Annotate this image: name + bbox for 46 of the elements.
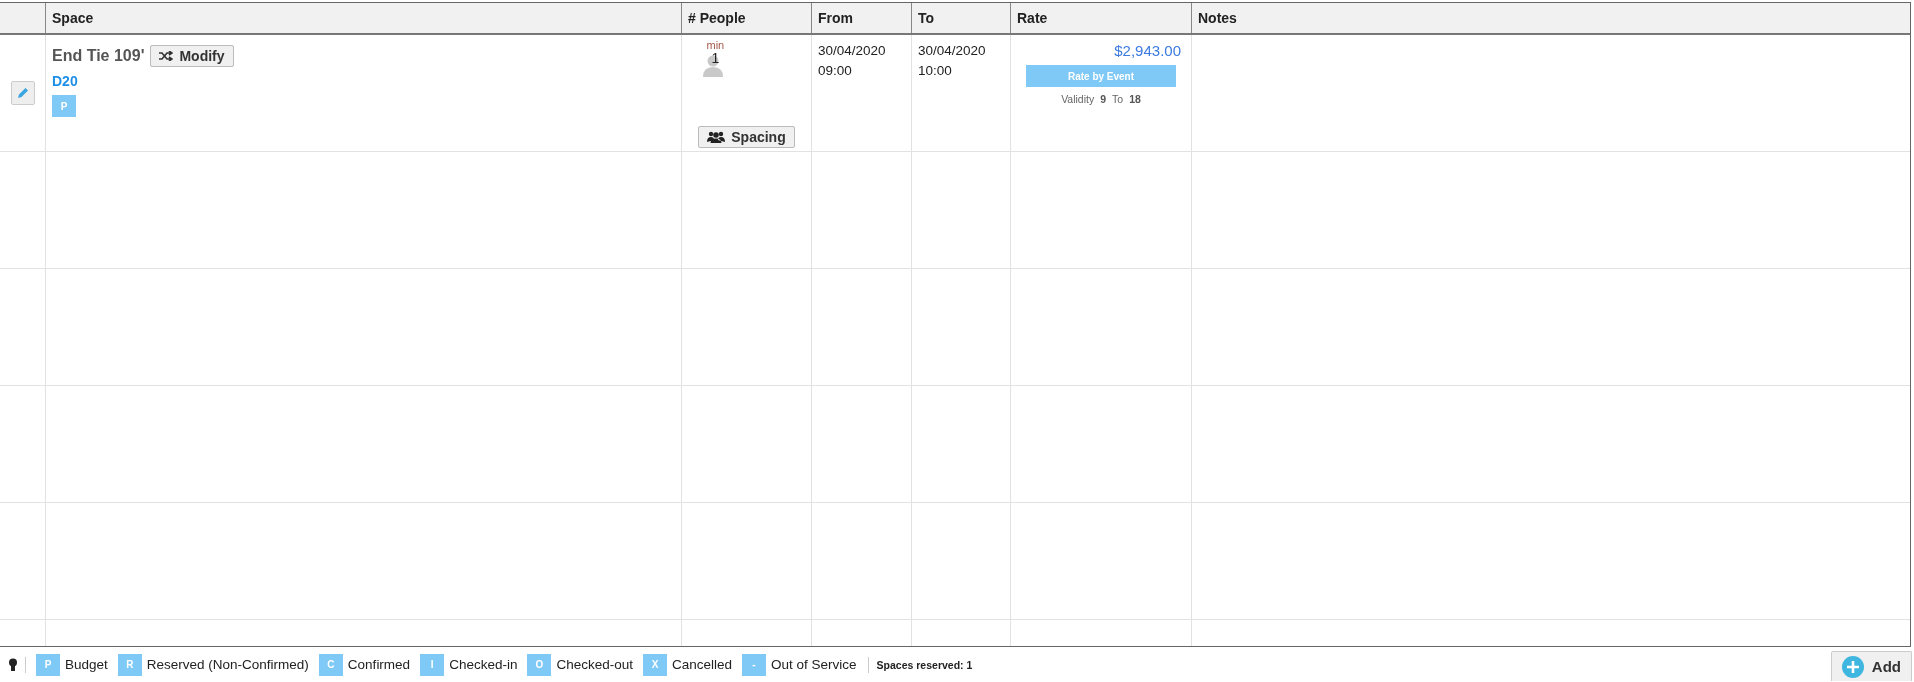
status-badge: O (527, 653, 552, 676)
legend-label: Checked-in (449, 657, 518, 672)
lightbulb-icon (9, 657, 17, 672)
from-date: 30/04/2020 (818, 42, 887, 60)
status-badge: R (117, 653, 142, 676)
column-header: Space (52, 10, 94, 26)
status-badge: C (318, 653, 343, 676)
space-name: End Tie 109' (52, 47, 145, 65)
to-date: 30/04/2020 (918, 42, 987, 60)
from-time: 09:00 (818, 62, 853, 80)
status-badge: - (742, 653, 767, 676)
modify-button[interactable]: Modify (150, 45, 234, 67)
spaces-reserved-count: Spaces reserved: 1 (876, 658, 973, 671)
legend-label: Confirmed (347, 657, 411, 672)
rate-type-label: Rate by Event (1026, 65, 1176, 87)
person-icon (701, 54, 724, 78)
column-header: Notes (1198, 10, 1237, 26)
status-badge: X (643, 653, 667, 676)
rate-amount: $2,943.00 (1114, 42, 1181, 59)
status-badge: P (52, 95, 76, 117)
legend-label: Cancelled (672, 657, 733, 672)
people-count: 1 (711, 50, 720, 66)
status-badge: I (420, 653, 445, 676)
add-button[interactable]: Add (1830, 651, 1912, 681)
validity-start: 9 (1100, 93, 1107, 105)
column-header: To (918, 10, 935, 26)
plus-icon (1841, 655, 1864, 678)
legend-label: Checked-out (556, 657, 633, 672)
column-header: Rate (1017, 10, 1048, 26)
validity-label: Validity (1061, 93, 1095, 105)
minimum-label: min (706, 39, 725, 51)
group-icon (707, 131, 726, 143)
column-header: From (818, 10, 853, 26)
to-time: 10:00 (918, 62, 953, 80)
status-badge: P (36, 653, 60, 676)
pencil-icon (15, 86, 30, 100)
edit-button[interactable] (10, 81, 35, 105)
column-header: # People (688, 10, 746, 26)
legend-label: Reserved (Non-Confirmed) (146, 657, 309, 672)
validity-end: 18 (1129, 93, 1141, 105)
space-code: D20 (52, 73, 78, 89)
spacing-button[interactable]: Spacing (698, 126, 795, 148)
validity-to-label: To (1112, 93, 1124, 105)
shuffle-icon (159, 51, 174, 61)
legend-label: Budget (65, 657, 108, 672)
legend-label: Out of Service (771, 657, 857, 672)
